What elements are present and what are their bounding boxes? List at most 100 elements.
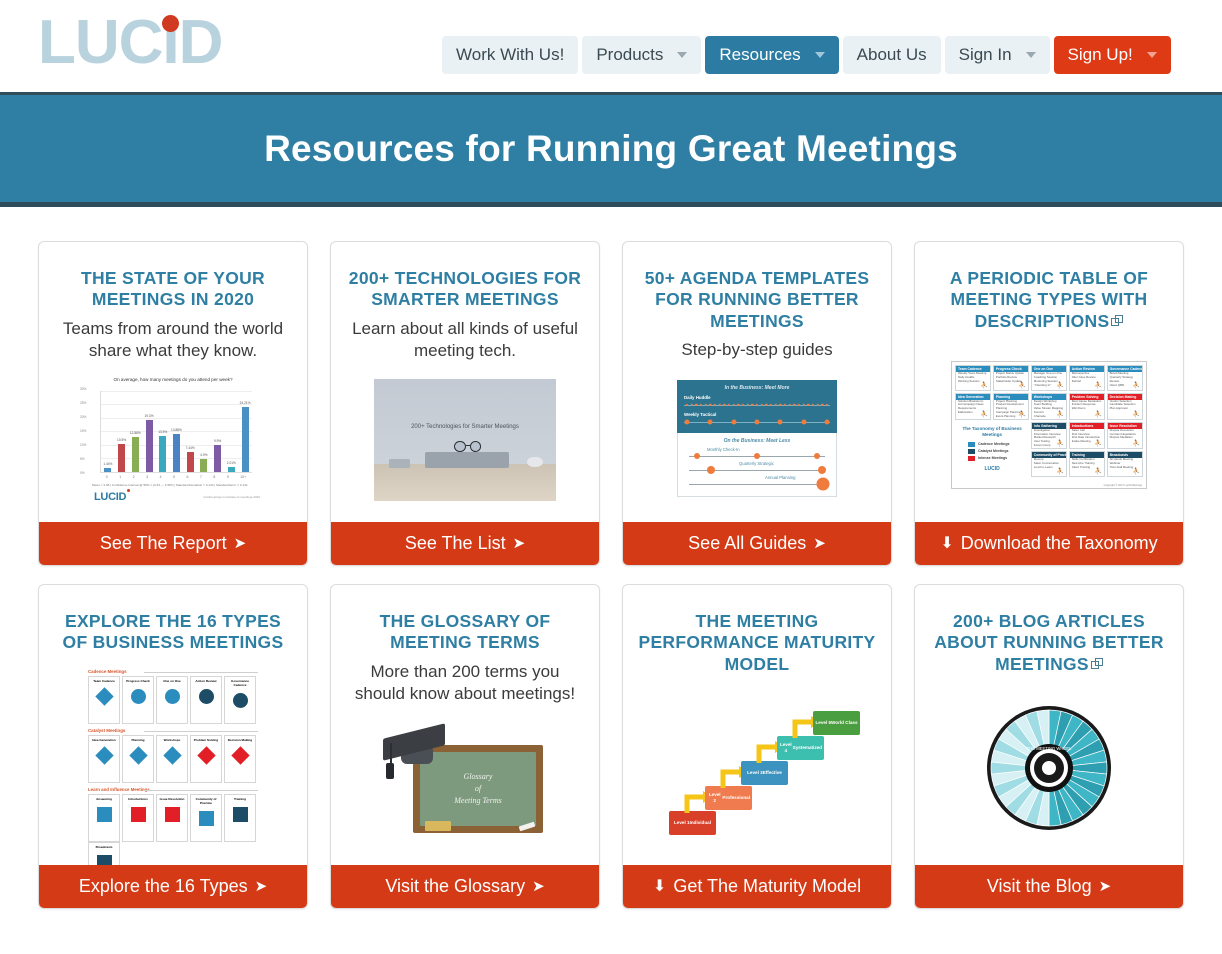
nav-item-resources[interactable]: Resources — [705, 36, 838, 74]
see-the-report-button[interactable]: See The Report ➤ — [39, 522, 307, 565]
graduation-cap-icon — [383, 727, 453, 771]
see-all-guides-button[interactable]: See All Guides ➤ — [623, 522, 891, 565]
nav-label: About Us — [857, 45, 927, 65]
periodic-table-cell: WorkshopsDesign WorkshopTeam BuildingVal… — [1031, 393, 1067, 421]
button-label: See All Guides — [688, 533, 806, 554]
card-thumbnail: Glossary of Meeting Terms — [345, 717, 585, 849]
resource-card-technologies[interactable]: 200+ TECHNOLOGIES FOR SMARTER MEETINGS L… — [330, 241, 600, 566]
step-name: Professional — [722, 795, 750, 801]
visit-blog-button[interactable]: Visit the Blog ➤ — [915, 865, 1183, 908]
meeting-type-icon — [232, 693, 248, 709]
types-row: Broadcasts — [88, 842, 258, 865]
periodic-table-cell: BroadcastsAll Hands MeetingWebinarTown H… — [1107, 451, 1143, 477]
resource-card-16-types[interactable]: EXPLORE THE 16 TYPES OF BUSINESS MEETING… — [38, 584, 308, 909]
resource-card-blog[interactable]: 200+ BLOG ARTICLES ABOUT RUNNING BETTER … — [914, 584, 1184, 909]
thumb-chart-bar: 13.5% — [159, 436, 166, 472]
resource-card-glossary[interactable]: THE GLOSSARY OF MEETING TERMS More than … — [330, 584, 600, 909]
cadence-dot — [684, 420, 689, 425]
thumb-chart-xtick: 9 — [227, 475, 229, 479]
resource-card-agenda-templates[interactable]: 50+ AGENDA TEMPLATES FOR RUNNING BETTER … — [622, 241, 892, 566]
nav-item-about-us[interactable]: About Us — [843, 36, 941, 74]
logo-dot-icon — [162, 15, 179, 32]
explore-16-types-button[interactable]: Explore the 16 Types ➤ — [39, 865, 307, 908]
hero-banner: Resources for Running Great Meetings — [0, 95, 1222, 207]
card-title: 200+ TECHNOLOGIES FOR SMARTER MEETINGS — [345, 268, 585, 311]
chalkboard-line: Glossary — [464, 772, 493, 781]
meeting-type-icon — [198, 748, 214, 764]
thumb-chart-xtick: 10+ — [240, 475, 246, 479]
download-taxonomy-button[interactable]: ⬇ Download the Taxonomy — [915, 522, 1183, 565]
meeting-type-tile: Governance Cadence — [224, 676, 256, 724]
periodic-table-cell: Problem SolvingRoot Cause ResolutionInci… — [1069, 393, 1105, 421]
tile-label: Issue Resolution — [160, 798, 185, 802]
meeting-type-tile: Training — [224, 794, 256, 842]
periodic-table-cell: Action ReviewRetrospectiveAfter Case Rev… — [1069, 365, 1105, 391]
meeting-type-tile: Progress Check — [122, 676, 154, 724]
tile-label: Workshops — [164, 739, 181, 743]
chalkboard-line: Meeting Terms — [454, 796, 501, 805]
card-title: 50+ AGENDA TEMPLATES FOR RUNNING BETTER … — [637, 268, 877, 332]
tile-label: One on One — [163, 680, 181, 684]
meeting-type-icon — [130, 807, 146, 823]
meeting-type-tile: Decision Making — [224, 735, 256, 783]
button-label: Get The Maturity Model — [673, 876, 861, 897]
meeting-type-tile: Issue Resolution — [156, 794, 188, 842]
card-body: 50+ AGENDA TEMPLATES FOR RUNNING BETTER … — [623, 242, 891, 522]
meeting-type-icon — [164, 807, 180, 823]
tile-label: Planning — [131, 739, 144, 743]
cadence-bottom-header: On the Business: Meet Less — [685, 438, 829, 444]
meeting-type-icon — [96, 807, 112, 823]
thumb-chart-xtick: 7 — [200, 475, 202, 479]
nav-label: Products — [596, 45, 663, 65]
get-maturity-model-button[interactable]: ⬇ Get The Maturity Model — [623, 865, 891, 908]
meeting-type-icon — [96, 855, 112, 865]
card-thumbnail: Team CadenceWeekly Team MeetingDaily Hud… — [929, 355, 1169, 495]
card-title: THE STATE OF YOUR MEETINGS IN 2020 — [53, 268, 293, 311]
cadence-dot — [778, 420, 783, 425]
thumb-logo-text: LUCID — [94, 491, 126, 503]
thumb-chart-xtick: 5 — [173, 475, 175, 479]
eraser-icon — [425, 821, 451, 831]
arrow-down-icon: ⬇ — [653, 879, 666, 895]
card-body: THE GLOSSARY OF MEETING TERMS More than … — [331, 585, 599, 865]
thumb-chart-bar: 4.9% — [200, 459, 207, 472]
people-icon: ⛹ — [1095, 440, 1102, 447]
people-icon: ⛹ — [1095, 382, 1102, 389]
laptop-icon — [425, 452, 509, 468]
periodic-table-cell: Issue ResolutionDispute ResolutionContra… — [1107, 422, 1143, 450]
meeting-type-tile: Problem Solving — [190, 735, 222, 783]
nav-item-sign-up[interactable]: Sign Up! — [1054, 36, 1171, 74]
meeting-type-icon — [198, 811, 214, 827]
maturity-staircase-thumbnail: Level 1IndividualLevel 2ProfessionalLeve… — [657, 693, 857, 843]
site-logo[interactable]: LUCID — [38, 8, 238, 78]
nav-label: Resources — [719, 45, 800, 65]
thumb-chart-xtick: 3 — [146, 475, 148, 479]
card-body: EXPLORE THE 16 TYPES OF BUSINESS MEETING… — [39, 585, 307, 865]
resource-card-maturity-model[interactable]: THE MEETING PERFORMANCE MATURITY MODEL L… — [622, 584, 892, 909]
card-thumbnail: In the Business: Meet More Daily Huddle … — [637, 374, 877, 506]
step-level: Level 5 — [815, 720, 831, 726]
meeting-type-icon — [198, 689, 214, 705]
resource-card-periodic-table[interactable]: A PERIODIC TABLE OF MEETING TYPES WITH D… — [914, 241, 1184, 566]
periodic-table-cell: Community of PracticeMeetupSalon Convers… — [1031, 451, 1067, 477]
legend-swatch — [968, 456, 975, 461]
sixteen-types-thumbnail: Cadence MeetingsTeam CadenceProgress Che… — [88, 665, 258, 850]
arrow-right-icon: ➤ — [513, 536, 526, 551]
nav-item-products[interactable]: Products — [582, 36, 701, 74]
glasses-icon — [454, 441, 481, 452]
arrow-down-icon: ⬇ — [940, 536, 953, 552]
see-the-list-button[interactable]: See The List ➤ — [331, 522, 599, 565]
site-header: LUCID Work With Us! Products Resources A… — [0, 0, 1222, 95]
cadence-dot — [825, 420, 830, 425]
people-icon: ⛹ — [1057, 468, 1064, 475]
button-label: See The Report — [100, 533, 227, 554]
resource-card-state-of-meetings[interactable]: THE STATE OF YOUR MEETINGS IN 2020 Teams… — [38, 241, 308, 566]
nav-item-work-with-us[interactable]: Work With Us! — [442, 36, 578, 74]
visit-glossary-button[interactable]: Visit the Glossary ➤ — [331, 865, 599, 908]
thumb-chart-yaxis: 30% 25% 20% 15% 10% 5% 0% — [80, 387, 86, 475]
nav-label: Sign In — [959, 45, 1012, 65]
nav-item-sign-in[interactable]: Sign In — [945, 36, 1050, 74]
thumb-chart-bar: 12.88% — [132, 437, 139, 472]
meeting-type-tile: Broadcasts — [88, 842, 120, 865]
cadence-top-header: In the Business: Meet More — [684, 385, 830, 391]
